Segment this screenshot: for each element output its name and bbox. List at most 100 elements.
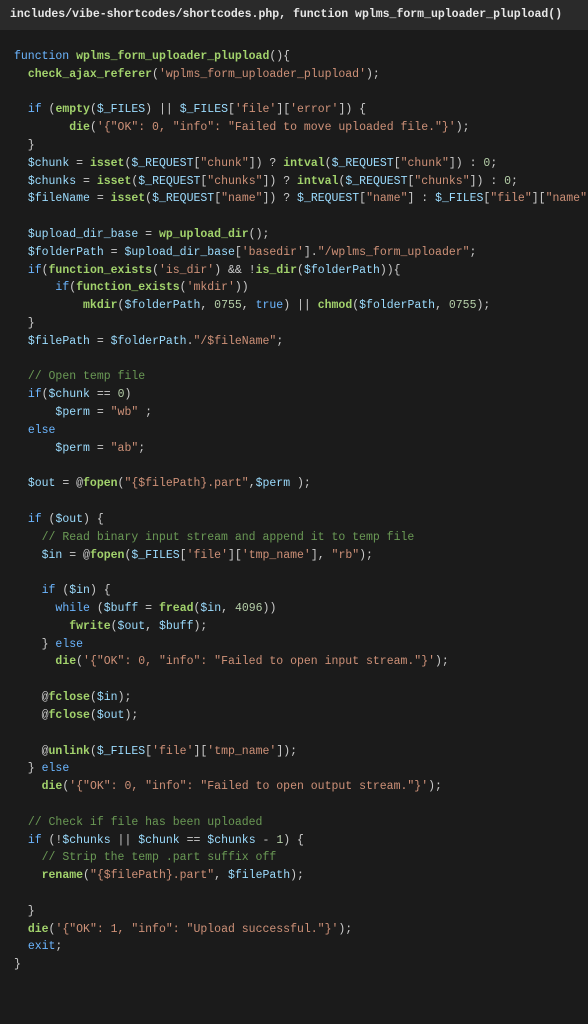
string: "{$filePath}.part" [124, 477, 248, 490]
string: "chunks" [207, 175, 262, 188]
string: '{"OK": 0, "info": "Failed to open input… [83, 655, 435, 668]
keyword-true: true [256, 299, 284, 312]
var: $out [97, 709, 125, 722]
var: $_FILES [435, 192, 483, 205]
string: 'file' [152, 745, 193, 758]
var: $chunks [62, 834, 110, 847]
var: $_FILES [97, 103, 145, 116]
var: $in [42, 549, 63, 562]
var: $_FILES [131, 549, 179, 562]
var: $_REQUEST [152, 192, 214, 205]
fn-call: is_dir [256, 264, 297, 277]
fn-empty: empty [55, 103, 90, 116]
fn-die: die [55, 655, 76, 668]
fn-mkdir: mkdir [83, 299, 118, 312]
var: $in [97, 691, 118, 704]
keyword-exit: exit [28, 940, 56, 953]
var: $filePath [28, 335, 90, 348]
keyword-if: if [42, 584, 56, 597]
var: $folderPath [304, 264, 380, 277]
fn-isset: isset [97, 175, 132, 188]
string: "name" [221, 192, 262, 205]
fn-die: die [69, 121, 90, 134]
fn-die: die [42, 780, 63, 793]
string: 'is_dir' [159, 264, 214, 277]
var: $chunks [207, 834, 255, 847]
string: 'error' [290, 103, 338, 116]
number: 1 [276, 834, 283, 847]
fn-isset: isset [111, 192, 146, 205]
number: 0755 [214, 299, 242, 312]
keyword-else: else [28, 424, 56, 437]
var: $in [200, 602, 221, 615]
var: $fileName [28, 192, 90, 205]
keyword-if: if [28, 388, 42, 401]
fn-intval: intval [297, 175, 338, 188]
keyword-else: else [42, 762, 70, 775]
string: 'tmp_name' [207, 745, 276, 758]
fn-fread: fread [159, 602, 194, 615]
string: 'tmp_name' [242, 549, 311, 562]
var: $perm [55, 442, 90, 455]
var: $folderPath [124, 299, 200, 312]
string: '{"OK": 1, "info": "Upload successful."}… [55, 923, 338, 936]
comment: // Open temp file [28, 370, 145, 383]
function-name: wplms_form_uploader_plupload [76, 50, 269, 63]
var: $folderPath [359, 299, 435, 312]
string: "chunks" [414, 175, 469, 188]
fn-unlink: unlink [49, 745, 90, 758]
string: "name" [546, 192, 587, 205]
keyword-if: if [28, 264, 42, 277]
fn-fopen: fopen [90, 549, 125, 562]
fn-fwrite: fwrite [69, 620, 110, 633]
fn-call: function_exists [76, 281, 180, 294]
keyword-if: if [55, 281, 69, 294]
string: "name" [366, 192, 407, 205]
keyword-if: if [28, 103, 42, 116]
string: "ab" [111, 442, 139, 455]
var: $out [118, 620, 146, 633]
var: $in [69, 584, 90, 597]
fn-call: wp_upload_dir [159, 228, 249, 241]
var: $folderPath [28, 246, 104, 259]
var: $out [28, 477, 56, 490]
fn-call: function_exists [49, 264, 153, 277]
var: $upload_dir_base [28, 228, 138, 241]
var: $upload_dir_base [124, 246, 234, 259]
var: $chunks [28, 175, 76, 188]
var: $chunk [28, 157, 69, 170]
string: "/$fileName" [193, 335, 276, 348]
fn-call: check_ajax_referer [28, 68, 152, 81]
keyword-if: if [28, 834, 42, 847]
var: $_FILES [180, 103, 228, 116]
comment: // Strip the temp .part suffix off [42, 851, 277, 864]
string: 'basedir' [242, 246, 304, 259]
var: $filePath [228, 869, 290, 882]
number: 0755 [449, 299, 477, 312]
var: $_REQUEST [297, 192, 359, 205]
number: 4096 [235, 602, 263, 615]
string: 'wplms_form_uploader_plupload' [159, 68, 366, 81]
var: $buff [159, 620, 194, 633]
var: $chunk [138, 834, 179, 847]
number: 0 [483, 157, 490, 170]
var: $chunk [49, 388, 90, 401]
string: "chunk" [200, 157, 248, 170]
var: $_REQUEST [345, 175, 407, 188]
var: $perm [55, 406, 90, 419]
var: $out [55, 513, 83, 526]
var: $_REQUEST [138, 175, 200, 188]
var: $_FILES [97, 745, 145, 758]
comment: // Check if file has been uploaded [28, 816, 263, 829]
string: "rb" [332, 549, 360, 562]
fn-isset: isset [90, 157, 125, 170]
fn-fclose: fclose [49, 691, 90, 704]
keyword-function: function [14, 50, 69, 63]
string: 'mkdir' [187, 281, 235, 294]
file-path-header: includes/vibe-shortcodes/shortcodes.php,… [0, 0, 588, 30]
keyword-else: else [55, 638, 83, 651]
var: $_REQUEST [131, 157, 193, 170]
number: 0 [504, 175, 511, 188]
string: '{"OK": 0, "info": "Failed to move uploa… [97, 121, 456, 134]
string: "chunk" [401, 157, 449, 170]
